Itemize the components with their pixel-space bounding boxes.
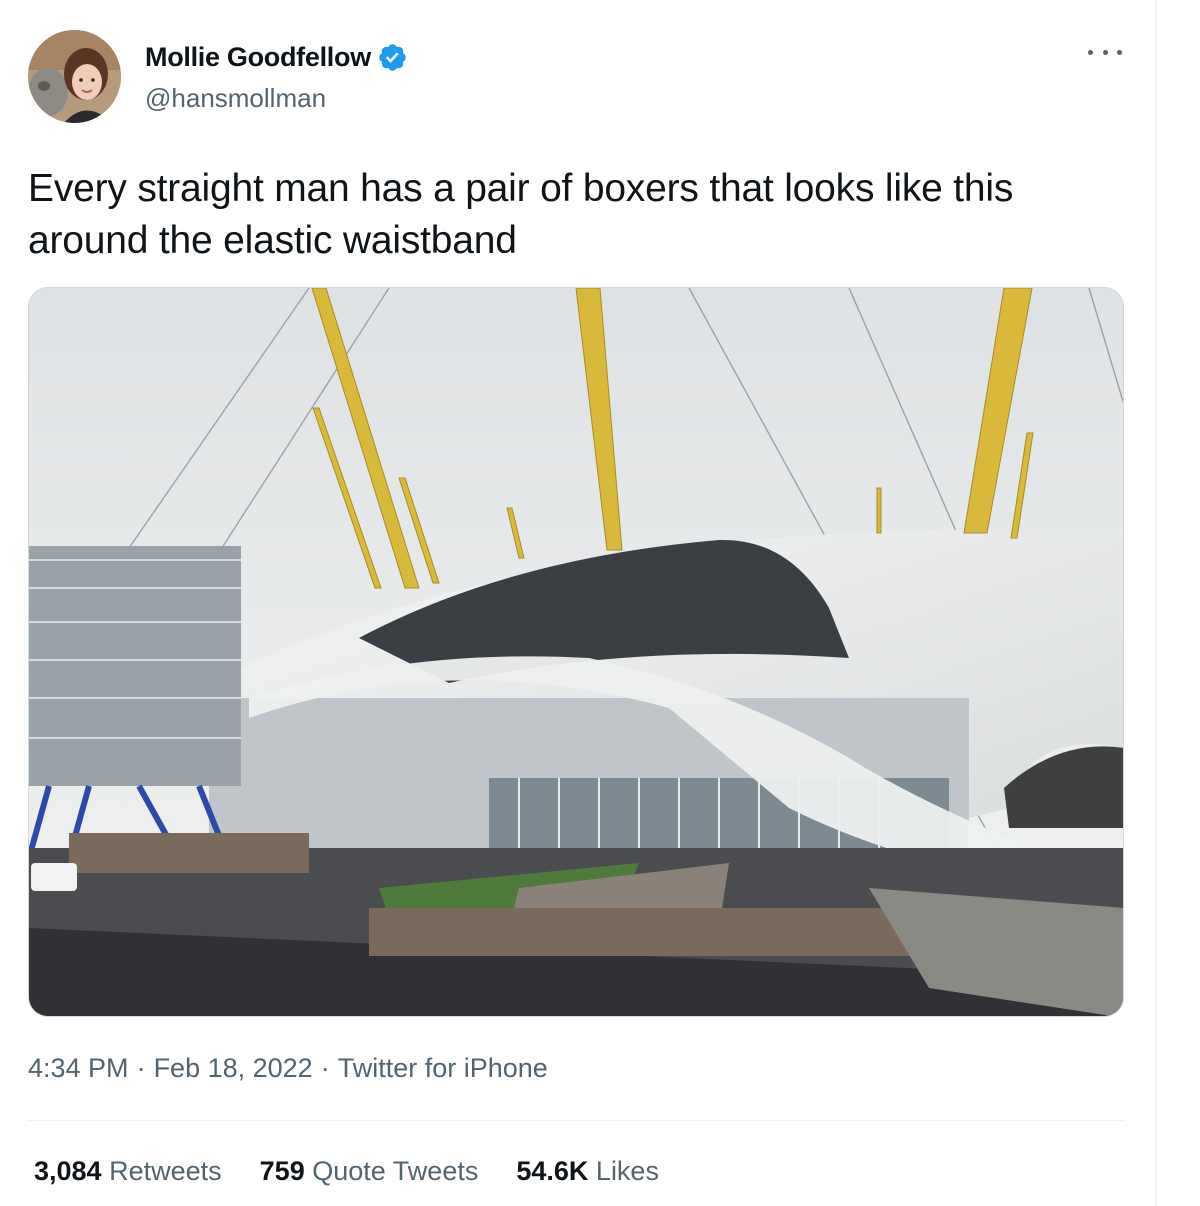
tweet-text: Every straight man has a pair of boxers …: [28, 167, 1014, 262]
quote-tweets-count: 759: [259, 1156, 305, 1186]
more-dot: [1088, 49, 1093, 55]
tweet-time[interactable]: 4:34 PM: [28, 1053, 129, 1083]
likes-count: 54.6K: [516, 1156, 589, 1186]
author-display-name[interactable]: Mollie Goodfellow: [145, 42, 371, 73]
tweet-photo[interactable]: [28, 287, 1124, 1017]
tweet-source[interactable]: Twitter for iPhone: [338, 1053, 548, 1083]
column-divider: [1155, 0, 1157, 1206]
tweet-meta: 4:34 PM · Feb 18, 2022 · Twitter for iPhone: [28, 1053, 548, 1084]
tweet-date[interactable]: Feb 18, 2022: [154, 1053, 313, 1083]
likes-label: Likes: [595, 1156, 659, 1186]
quote-tweets-label: Quote Tweets: [312, 1156, 479, 1186]
verified-badge-icon: [377, 42, 408, 73]
more-dot: [1102, 49, 1108, 55]
tweet-stats: 3,084 Retweets 759 Quote Tweets 54.6K Li…: [34, 1156, 697, 1187]
retweets-stat[interactable]: 3,084 Retweets: [34, 1156, 222, 1187]
tweet-header: Mollie Goodfellow @hansmollman: [28, 30, 1124, 125]
author-names: Mollie Goodfellow @hansmollman: [145, 42, 408, 114]
more-horizontal-icon[interactable]: [1088, 42, 1122, 62]
author-handle[interactable]: @hansmollman: [145, 83, 408, 114]
name-row: Mollie Goodfellow: [145, 42, 408, 73]
meta-separator: ·: [320, 1053, 330, 1083]
meta-separator: ·: [136, 1053, 146, 1083]
retweets-label: Retweets: [109, 1156, 222, 1186]
quote-tweets-stat[interactable]: 759 Quote Tweets: [260, 1156, 479, 1187]
tweet: Mollie Goodfellow @hansmollman Every str…: [28, 30, 1124, 1186]
avatar[interactable]: [28, 30, 121, 123]
more-dot: [1117, 49, 1122, 55]
retweets-count: 3,084: [34, 1156, 102, 1186]
stats-divider: [28, 1120, 1124, 1121]
likes-stat[interactable]: 54.6K Likes: [516, 1156, 659, 1187]
